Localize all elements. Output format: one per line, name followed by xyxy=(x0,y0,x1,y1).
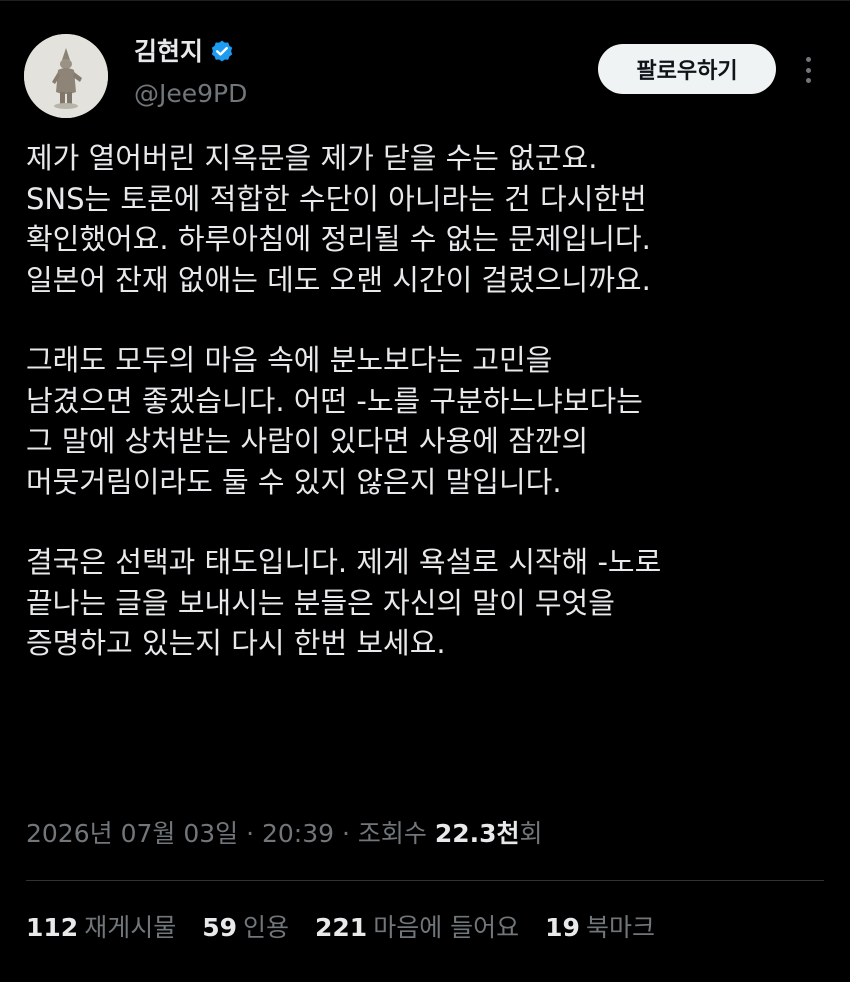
top-divider xyxy=(0,0,850,7)
tweet-line: 일본어 잔재 없애는 데도 오랜 시간이 걸렸으니까요. xyxy=(26,262,651,297)
bookmarks-label: 북마크 xyxy=(585,913,655,942)
quotes-label: 인용 xyxy=(243,913,290,942)
follow-button[interactable]: 팔로우하기 xyxy=(598,44,776,94)
tweet-line: SNS는 토론에 적합한 수단이 아니라는 건 다시한번 xyxy=(26,181,647,216)
verified-badge-icon xyxy=(211,40,233,62)
views-unit: 회 xyxy=(519,819,543,848)
bookmarks-stat[interactable]: 19 북마크 xyxy=(545,908,655,948)
tweet-paragraph-3: 결국은 선택과 태도입니다. 제게 욕설로 시작해 -노로 끝나는 글을 보내시… xyxy=(26,542,826,664)
likes-count: 221 xyxy=(315,913,368,942)
reposts-stat[interactable]: 112 재게시물 xyxy=(26,908,176,948)
tweet-line: 그 말에 상처받는 사람이 있다면 사용에 잠깐의 xyxy=(26,424,589,458)
more-vertical-icon[interactable] xyxy=(796,54,820,86)
avatar[interactable] xyxy=(24,34,108,118)
tweet-paragraph-1: 제가 열어버린 지옥문을 제가 닫을 수는 없군요. SNS는 토론에 적합한 … xyxy=(26,138,826,300)
tweet-line: 증명하고 있는지 다시 한번 보세요. xyxy=(26,626,446,660)
stats-divider xyxy=(26,880,824,881)
bookmarks-count: 19 xyxy=(545,913,580,942)
likes-stat[interactable]: 221 마음에 들어요 xyxy=(315,908,519,948)
reposts-label: 재게시물 xyxy=(84,913,177,942)
tweet-paragraph-2: 그래도 모두의 마음 속에 분노보다는 고민을 남겼으면 좋겠습니다. 어떤 -… xyxy=(26,340,826,502)
likes-label: 마음에 들어요 xyxy=(373,913,520,942)
figurine-avatar-image xyxy=(24,34,108,118)
tweet-meta: 2026년 07월 03일 · 20:39 · 조회수 22.3천회 xyxy=(26,814,543,854)
tweet-line: 확인했어요. 하루아침에 정리될 수 없는 문제입니다. xyxy=(26,222,651,256)
author-name-row[interactable]: 김현지 xyxy=(134,36,235,68)
tweet-text: 제가 열어버린 지옥문을 제가 닫을 수는 없군요. SNS는 토론에 적합한 … xyxy=(26,138,826,704)
reposts-count: 112 xyxy=(26,913,79,942)
tweet-line: 머뭇거림이라도 둘 수 있지 않은지 말입니다. xyxy=(26,464,562,499)
tweet-line: 제가 열어버린 지옥문을 제가 닫을 수는 없군요. xyxy=(26,141,598,175)
tweet-line: 결국은 선택과 태도입니다. 제게 욕설로 시작해 -노로 xyxy=(26,545,662,579)
tweet-line: 끝나는 글을 보내시는 분들은 자신의 말이 무엇을 xyxy=(26,585,615,620)
tweet-timestamp[interactable]: 2026년 07월 03일 · 20:39 · 조회수 xyxy=(26,819,435,848)
tweet-line: 그래도 모두의 마음 속에 분노보다는 고민을 xyxy=(26,343,553,377)
tweet-line: 남겼으면 좋겠습니다. 어떤 -노를 구분하느냐보다는 xyxy=(26,383,643,418)
author-handle[interactable]: @Jee9PD xyxy=(134,78,247,110)
engagement-stats: 112 재게시물 59 인용 221 마음에 들어요 19 북마크 xyxy=(26,908,681,948)
quotes-count: 59 xyxy=(202,913,237,942)
views-count: 22.3천 xyxy=(434,819,520,848)
quotes-stat[interactable]: 59 인용 xyxy=(202,908,289,948)
author-name[interactable]: 김현지 xyxy=(134,36,203,68)
